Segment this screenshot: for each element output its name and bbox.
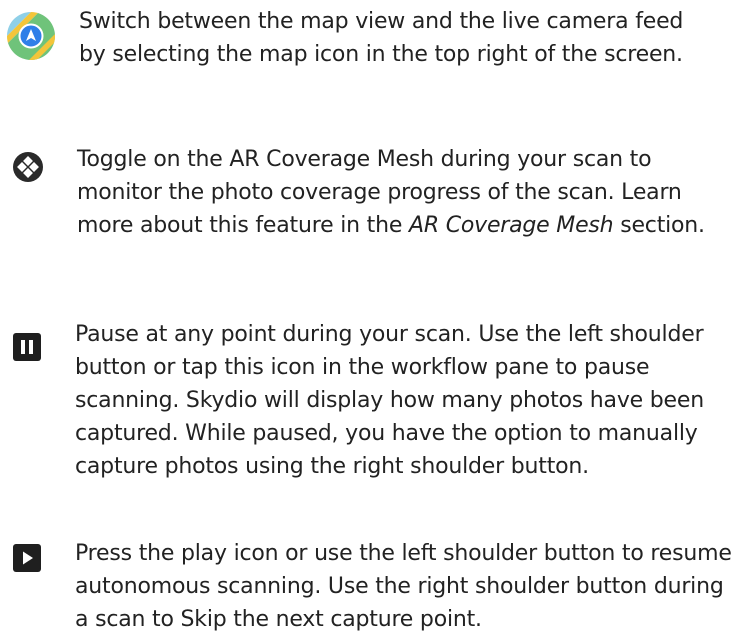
pause-line-5: capture photos using the right shoulder …	[75, 454, 589, 479]
mesh-line-3-suffix: section.	[613, 213, 705, 238]
pause-line-2: button or tap this icon in the workflow …	[75, 355, 650, 380]
mesh-line-2: monitor the photo coverage progress of t…	[77, 180, 682, 205]
mesh-line-1: Toggle on the AR Coverage Mesh during yo…	[77, 147, 652, 172]
mesh-line-3: more about this feature in the	[77, 213, 409, 238]
play-line-3: a scan to Skip the next capture point.	[75, 607, 482, 632]
pause-line-3: scanning. Skydio will display how many p…	[75, 388, 704, 413]
map-line-2: by selecting the map icon in the top rig…	[79, 42, 683, 67]
ar-coverage-mesh-section-reference: AR Coverage Mesh	[408, 213, 614, 238]
pause-line-4: captured. While paused, you have the opt…	[75, 421, 698, 446]
map-icon	[6, 11, 56, 61]
pause-line-1: Pause at any point during your scan. Use…	[75, 322, 704, 347]
play-line-1: Press the play icon or use the left shou…	[75, 541, 732, 566]
play-line-2: autonomous scanning. Use the right shoul…	[75, 574, 724, 599]
ar-coverage-mesh-icon	[12, 151, 44, 183]
pause-icon	[12, 332, 42, 362]
play-icon	[12, 543, 42, 573]
map-line-1: Switch between the map view and the live…	[79, 9, 684, 34]
